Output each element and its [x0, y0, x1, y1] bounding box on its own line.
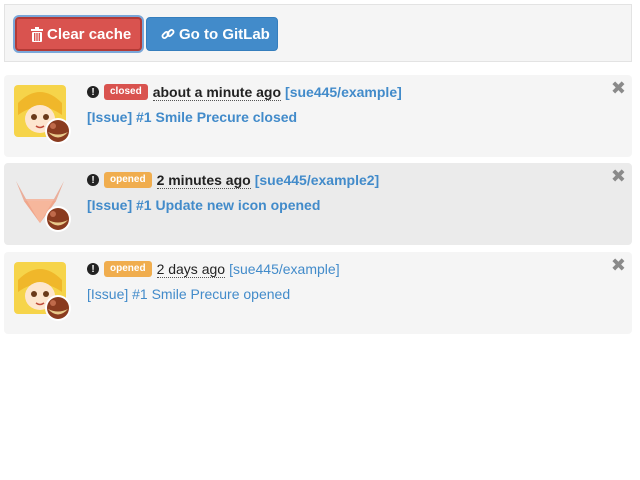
timestamp: 2 days ago	[156, 260, 226, 278]
notification-item[interactable]: ! opened 2 minutes ago [sue445/example2]…	[4, 163, 632, 245]
repo-link[interactable]: [sue445/example2]	[255, 172, 380, 188]
go-to-gitlab-label: Go to GitLab	[179, 25, 270, 43]
notification-header: ! opened 2 minutes ago [sue445/example2]	[87, 171, 379, 189]
gitlab-fox-avatar-icon	[14, 173, 74, 233]
repo-link[interactable]: [sue445/example]	[285, 84, 402, 100]
precure-avatar-icon	[14, 262, 74, 322]
notification-item[interactable]: ! closed about a minute ago [sue445/exam…	[4, 75, 632, 157]
clear-cache-button[interactable]: Clear cache	[15, 17, 142, 51]
issue-link[interactable]: [Issue] #1 Smile Precure closed	[87, 109, 297, 125]
go-to-gitlab-button[interactable]: Go to GitLab	[146, 17, 278, 51]
status-badge: opened	[104, 261, 152, 277]
exclamation-icon: !	[87, 174, 99, 186]
status-badge: closed	[104, 84, 148, 100]
close-icon[interactable]: ✖	[611, 79, 626, 97]
toolbar: Clear cache Go to GitLab	[4, 4, 632, 62]
status-badge: opened	[104, 172, 152, 188]
trash-icon	[31, 26, 43, 42]
precure-avatar-icon	[14, 85, 74, 145]
timestamp: 2 minutes ago	[156, 171, 251, 189]
clear-cache-label: Clear cache	[47, 25, 132, 43]
issue-link[interactable]: [Issue] #1 Update new icon opened	[87, 197, 320, 213]
exclamation-icon: !	[87, 263, 99, 275]
issue-link[interactable]: [Issue] #1 Smile Precure opened	[87, 286, 290, 302]
repo-link[interactable]: [sue445/example]	[229, 261, 340, 277]
notification-header: ! opened 2 days ago [sue445/example]	[87, 260, 340, 278]
close-icon[interactable]: ✖	[611, 167, 626, 185]
close-icon[interactable]: ✖	[611, 256, 626, 274]
notification-item[interactable]: ! opened 2 days ago [sue445/example] [Is…	[4, 252, 632, 334]
exclamation-icon: !	[87, 86, 99, 98]
timestamp: about a minute ago	[152, 83, 282, 101]
notification-header: ! closed about a minute ago [sue445/exam…	[87, 83, 402, 101]
link-icon	[161, 27, 175, 41]
